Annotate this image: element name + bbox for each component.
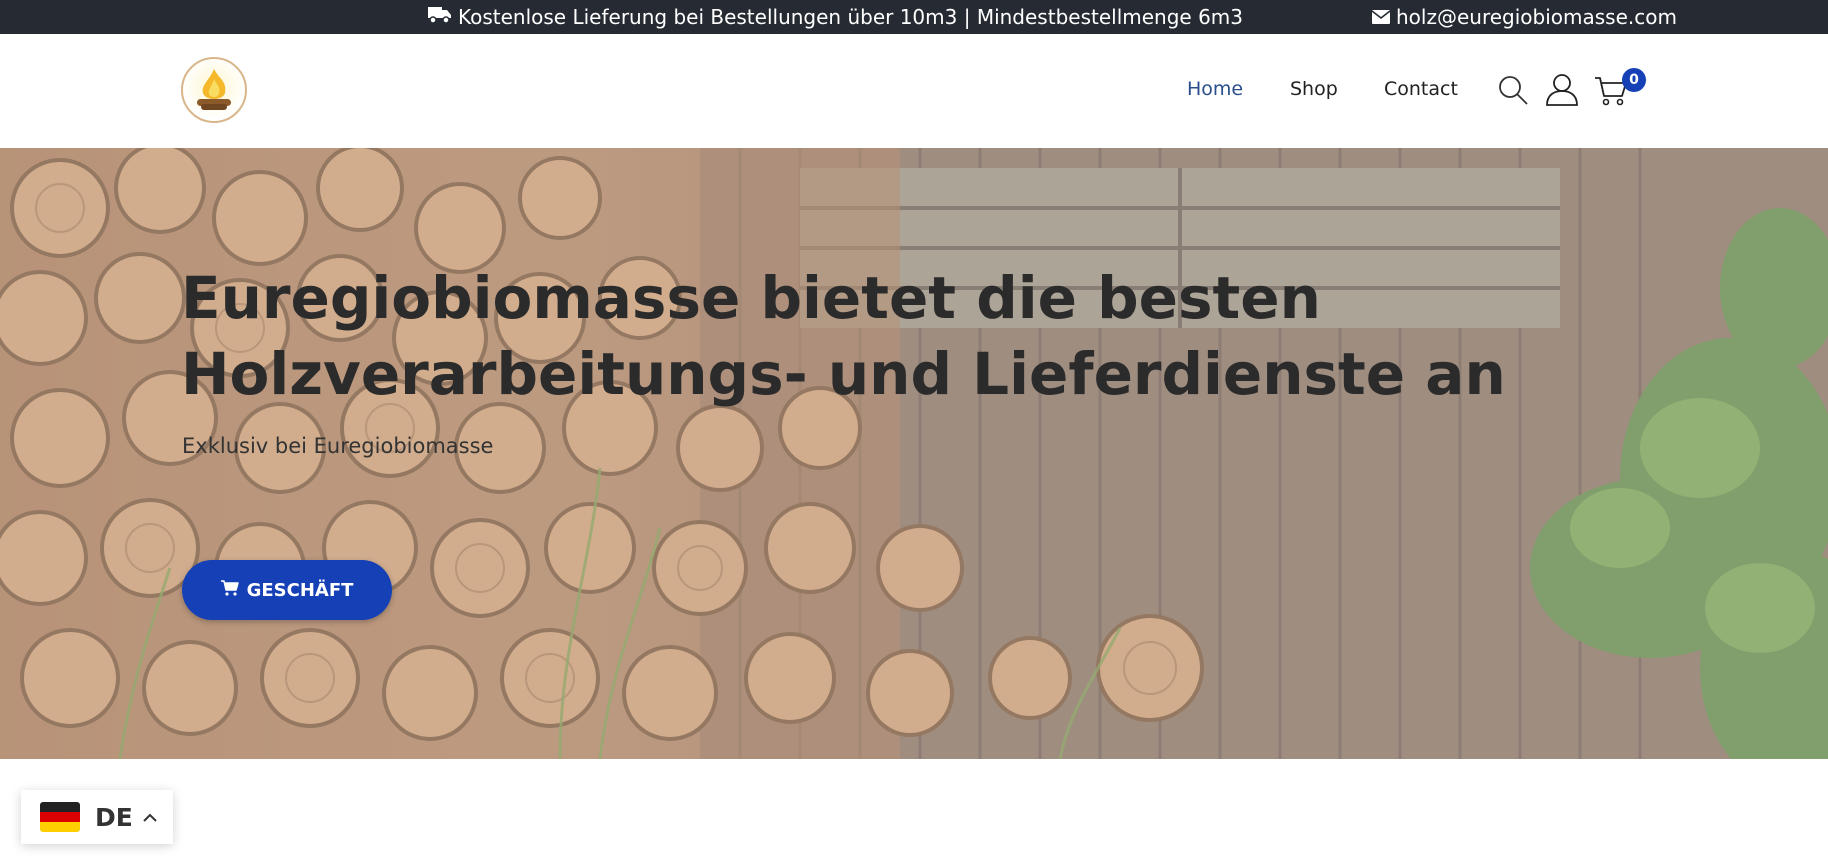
- hero-subtitle: Exklusiv bei Euregiobiomasse: [182, 434, 494, 458]
- language-code: DE: [95, 802, 133, 832]
- hero-banner: Euregiobiomasse bietet die besten Holzve…: [0, 148, 1828, 759]
- envelope-icon: [1371, 5, 1391, 29]
- search-icon[interactable]: [1497, 74, 1529, 110]
- shop-button[interactable]: GESCHÄFT: [182, 560, 392, 620]
- germany-flag-icon: [40, 802, 80, 832]
- nav-home[interactable]: Home: [1187, 78, 1243, 100]
- user-icon[interactable]: [1545, 72, 1579, 110]
- hero-title-line2: Holzverarbeitungs- und Lieferdienste an: [181, 340, 1506, 408]
- contact-email-text[interactable]: holz@euregiobiomasse.com: [1396, 5, 1677, 29]
- contact-email[interactable]: holz@euregiobiomasse.com: [1371, 0, 1677, 34]
- language-switcher[interactable]: DE: [21, 790, 173, 844]
- truck-icon: [428, 5, 452, 29]
- euregiobiomasse-logo[interactable]: [181, 57, 247, 123]
- site-header: Home Shop Contact 0: [0, 34, 1828, 148]
- delivery-promo: Kostenlose Lieferung bei Bestellungen üb…: [428, 0, 1243, 34]
- announcement-bar: Kostenlose Lieferung bei Bestellungen üb…: [0, 0, 1828, 34]
- delivery-promo-text: Kostenlose Lieferung bei Bestellungen üb…: [458, 5, 1243, 29]
- nav-shop[interactable]: Shop: [1290, 78, 1338, 100]
- nav-contact[interactable]: Contact: [1384, 78, 1458, 100]
- hero-title-line1: Euregiobiomasse bietet die besten: [181, 264, 1321, 332]
- cart-count-badge[interactable]: 0: [1622, 68, 1646, 92]
- cart-icon: [220, 579, 239, 601]
- shop-button-label: GESCHÄFT: [246, 579, 354, 601]
- chevron-up-icon: [143, 808, 157, 827]
- hero-title: Euregiobiomasse bietet die besten Holzve…: [181, 260, 1506, 412]
